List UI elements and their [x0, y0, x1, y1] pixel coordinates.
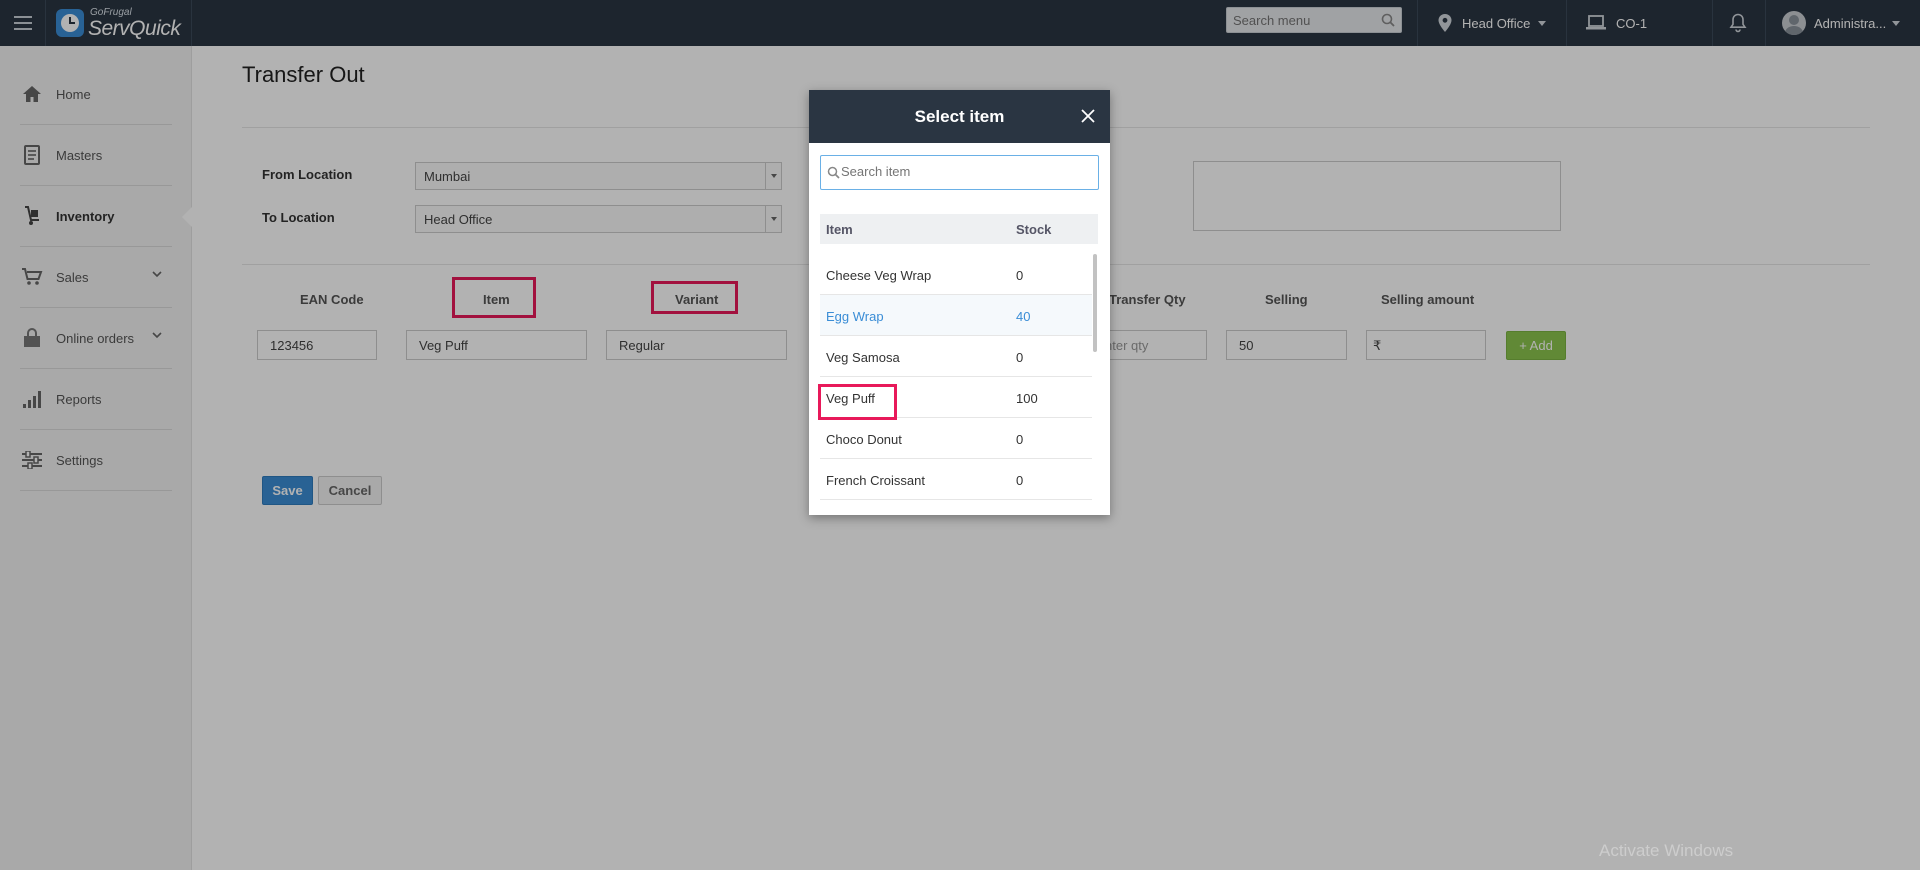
item-stock: 100	[1016, 391, 1038, 406]
table-row[interactable]: Egg Wrap 40	[820, 295, 1092, 336]
scrollbar-thumb[interactable]	[1093, 254, 1097, 352]
search-icon	[827, 166, 840, 179]
item-stock: 0	[1016, 268, 1024, 283]
table-row[interactable]: Choco Donut 0	[820, 418, 1092, 459]
table-row[interactable]: Veg Samosa 0	[820, 336, 1092, 377]
col-stock-header: Stock	[1016, 222, 1052, 237]
item-name: Veg Samosa	[826, 350, 900, 365]
item-stock: 0	[1016, 432, 1024, 447]
highlight-veg-puff-row	[818, 384, 897, 420]
item-stock: 0	[1016, 350, 1024, 365]
modal-header: Select item	[809, 90, 1110, 143]
item-stock: 0	[1016, 473, 1024, 488]
item-name: Choco Donut	[826, 432, 902, 447]
item-search[interactable]	[820, 155, 1099, 190]
item-name: French Croissant	[826, 473, 925, 488]
col-item-header: Item	[826, 222, 853, 237]
activation-watermark: Activate Windows	[1599, 841, 1734, 860]
table-row[interactable]: French Croissant 0	[820, 459, 1092, 500]
select-item-modal: Select item Item Stock Cheese Veg Wrap0 …	[809, 90, 1110, 515]
item-list: Cheese Veg Wrap 0 Egg Wrap 40 Veg Samosa 0 …	[820, 254, 1092, 500]
item-name: Cheese Veg Wrap	[826, 268, 932, 283]
item-name: Egg Wrap	[826, 309, 884, 324]
modal-title: Select item	[914, 106, 1005, 126]
item-search-input[interactable]	[841, 164, 1091, 179]
item-table-header: Item Stock	[820, 214, 1098, 244]
item-stock: 40	[1016, 309, 1031, 324]
close-icon[interactable]	[1080, 108, 1096, 124]
table-row[interactable]: Cheese Veg Wrap 0	[820, 254, 1092, 295]
